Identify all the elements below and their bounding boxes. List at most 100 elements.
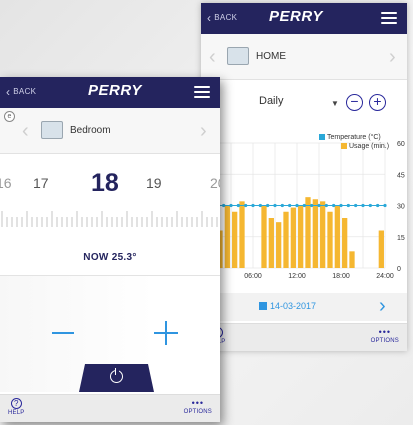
usage-bar <box>378 230 384 268</box>
temperature-point <box>229 203 233 208</box>
usage-bar <box>327 211 333 268</box>
temp-selected: 18 <box>91 169 119 197</box>
temperature-point <box>339 203 343 208</box>
temp-option-right[interactable]: 19 <box>146 175 162 191</box>
y-tick-label: 30 <box>397 204 405 211</box>
usage-bar <box>276 222 282 268</box>
temperature-point <box>302 203 306 208</box>
usage-bar <box>268 218 274 268</box>
temperature-point <box>266 203 270 208</box>
room-selector: ‹ Bedroom › <box>0 108 220 154</box>
chevron-left-icon: ‹ <box>6 84 11 99</box>
date-next-button[interactable]: › <box>379 295 386 318</box>
more-dots-icon: ••• <box>191 398 205 408</box>
temp-option-left[interactable]: 17 <box>33 175 49 191</box>
room-thumbnail <box>41 121 63 139</box>
temperature-point <box>288 203 292 208</box>
temp-option-far-left[interactable]: 16 <box>0 175 12 191</box>
temperature-selector[interactable]: 16 17 18 19 20 NOW 25.3° <box>0 154 220 276</box>
plus-icon[interactable] <box>154 321 178 345</box>
zoom-in-button[interactable]: + <box>369 94 386 111</box>
temperature-point <box>368 203 372 208</box>
room-name: HOME <box>256 51 286 62</box>
temp-option-far-right[interactable]: 20 <box>210 175 220 191</box>
x-tick-label: 18:00 <box>332 273 350 280</box>
zoom-out-button[interactable]: − <box>346 94 363 111</box>
help-icon: ? <box>10 398 22 409</box>
usage-bar <box>232 211 238 268</box>
temperature-point <box>317 203 321 208</box>
usage-bar <box>261 205 267 268</box>
date-navigator: ‹ 14-03-2017 › <box>201 293 407 321</box>
room-prev-button[interactable]: ‹ <box>209 46 216 69</box>
options-button[interactable]: ••• OPTIONS <box>183 398 212 416</box>
temperature-point <box>383 203 387 208</box>
options-button[interactable]: ••• OPTIONS <box>370 327 399 345</box>
back-label: BACK <box>13 87 37 96</box>
temperature-point <box>280 203 284 208</box>
temperature-point <box>258 203 262 208</box>
x-tick-label: 06:00 <box>244 273 262 280</box>
room-selector: ‹ HOME › <box>201 34 407 80</box>
temperature-point <box>324 203 328 208</box>
temperature-point <box>251 203 255 208</box>
temperature-point <box>244 203 248 208</box>
power-icon <box>110 368 123 383</box>
usage-bar <box>312 199 318 268</box>
temperature-point <box>310 203 314 208</box>
x-tick-label: 24:00 <box>376 273 394 280</box>
chevron-down-icon[interactable]: ▼ <box>331 99 339 108</box>
temperature-controls <box>0 276 220 392</box>
help-button[interactable]: ? HELP <box>8 398 24 416</box>
back-button[interactable]: ‹ BACK <box>207 10 238 25</box>
room-next-button[interactable]: › <box>389 46 396 69</box>
perry-logo: PERRY <box>269 8 323 25</box>
perry-logo: PERRY <box>88 82 142 99</box>
temperature-point <box>376 203 380 208</box>
chevron-left-icon: ‹ <box>207 10 212 25</box>
power-button[interactable] <box>79 364 154 392</box>
temperature-point <box>273 203 277 208</box>
room-next-button[interactable]: › <box>200 120 207 143</box>
home-chart-screen: ‹ BACK PERRY ‹ HOME › Daily ▼ − + 0 15 30 4… <box>201 3 407 351</box>
usage-bar <box>239 201 245 268</box>
hamburger-menu-icon[interactable] <box>194 86 210 98</box>
temperature-point <box>295 203 299 208</box>
minus-icon[interactable] <box>52 332 74 334</box>
app-footer: ? HELP ••• OPTIONS <box>0 394 220 422</box>
usage-bar <box>334 205 340 268</box>
back-label: BACK <box>214 13 238 22</box>
legend-temperature: Temperature (°C) <box>319 133 389 142</box>
usage-bar <box>283 211 289 268</box>
period-dropdown[interactable]: Daily <box>259 95 283 107</box>
usage-bar <box>290 207 296 268</box>
usage-bar <box>320 201 326 268</box>
room-thumbnail <box>227 47 249 65</box>
temperature-ruler[interactable] <box>0 209 220 233</box>
temperature-point <box>222 203 226 208</box>
temperature-point <box>332 203 336 208</box>
app-footer: ? HELP ••• OPTIONS <box>201 323 407 351</box>
info-icon[interactable]: e <box>4 111 15 122</box>
y-tick-label: 0 <box>397 266 401 273</box>
date-picker[interactable]: 14-03-2017 <box>259 301 316 311</box>
y-tick-label: 60 <box>397 141 405 148</box>
room-name: Bedroom <box>70 125 111 136</box>
more-dots-icon: ••• <box>378 327 392 337</box>
temperature-point <box>361 203 365 208</box>
options-label: OPTIONS <box>370 338 399 344</box>
room-prev-button[interactable]: ‹ <box>22 120 29 143</box>
options-label: OPTIONS <box>183 409 212 415</box>
y-tick-label: 15 <box>397 235 405 242</box>
back-button[interactable]: ‹ BACK <box>6 84 37 99</box>
current-temperature: NOW 25.3° <box>83 252 137 263</box>
usage-bar <box>342 218 348 268</box>
usage-bar <box>349 251 355 268</box>
legend-usage: Usage (min.) <box>319 142 389 151</box>
usage-bar <box>298 205 304 268</box>
usage-bar <box>224 205 230 268</box>
hamburger-menu-icon[interactable] <box>381 12 397 24</box>
help-label: HELP <box>8 410 25 416</box>
temperature-point <box>346 203 350 208</box>
app-header: ‹ BACK PERRY <box>201 3 407 34</box>
